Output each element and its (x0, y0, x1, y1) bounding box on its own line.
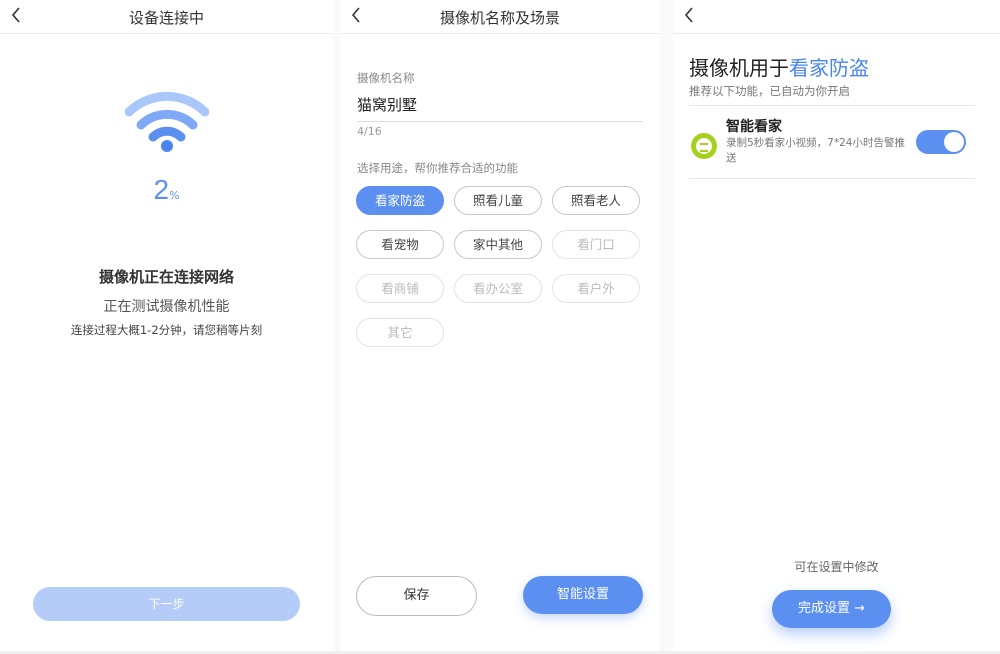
navbar (673, 0, 1000, 34)
usage-tag[interactable]: 照看老人 (552, 186, 640, 215)
status-subheading: 正在测试摄像机性能 (103, 299, 230, 315)
status-heading: 摄像机正在连接网络 (98, 268, 234, 286)
connection-progress: 2% (0, 174, 333, 206)
navbar: 摄像机名称及场景 (340, 0, 660, 34)
page-title: 摄像机名称及场景 (439, 9, 560, 27)
status-hint: 连接过程大概1-2分钟，请您稍等片刻 (70, 323, 263, 337)
smart-guard-icon (691, 133, 717, 159)
feature-description: 录制5秒看家小视频，7*24小时告警推送 (726, 137, 905, 164)
usage-tag[interactable]: 看办公室 (454, 274, 542, 303)
usage-tag[interactable]: 其它 (356, 318, 444, 347)
name-char-counter: 4/16 (357, 125, 382, 138)
usage-tag[interactable]: 看家防盗 (356, 186, 444, 215)
usage-tag[interactable]: 看商铺 (356, 274, 444, 303)
title-prefix: 摄像机用于 (689, 56, 789, 80)
feature-title: 智能看家 (726, 119, 782, 135)
progress-unit: % (169, 189, 180, 202)
page-title: 设备连接中 (128, 9, 204, 27)
screen-device-connecting: 设备连接中 2% 摄像机正在连接网络 正在测试摄像机性能 连接过程大概1-2分钟… (0, 0, 333, 654)
usage-tag[interactable]: 家中其他 (454, 230, 542, 259)
page-title: 摄像机用于看家防盗 (689, 52, 869, 81)
title-highlight: 看家防盗 (789, 56, 869, 80)
usage-tag[interactable]: 照看儿童 (454, 186, 542, 215)
usage-tag[interactable]: 看门口 (552, 230, 640, 259)
usage-tag[interactable]: 看宠物 (356, 230, 444, 259)
back-button[interactable] (683, 5, 703, 27)
navbar: 设备连接中 (0, 0, 333, 34)
progress-value: 2 (153, 174, 170, 205)
divider (689, 105, 975, 106)
next-button[interactable]: 下一步 (33, 587, 300, 621)
page-subtitle: 推荐以下功能，已自动为你开启 (689, 84, 850, 98)
chevron-left-icon (684, 7, 693, 23)
wifi-icon (125, 91, 209, 152)
feature-toggle[interactable] (916, 130, 966, 154)
save-button[interactable]: 保存 (356, 576, 477, 616)
screen-recommended-features: 摄像机用于看家防盗 推荐以下功能，已自动为你开启 智能看家 录制5秒看家小视频，… (673, 0, 1000, 654)
usage-tag[interactable]: 看户外 (552, 274, 640, 303)
camera-name-input[interactable] (357, 94, 643, 122)
smart-settings-button[interactable]: 智能设置 (523, 576, 643, 614)
divider (689, 178, 975, 179)
panel-gap (660, 0, 673, 654)
screen-camera-name: 摄像机名称及场景 摄像机名称 4/16 选择用途，帮你推荐合适的功能 看家防盗 … (340, 0, 660, 654)
toggle-knob (944, 132, 964, 152)
panel-gap (333, 0, 340, 654)
camera-name-label: 摄像机名称 (357, 71, 415, 85)
finish-setup-button[interactable]: 完成设置 → (772, 590, 891, 628)
usage-label: 选择用途，帮你推荐合适的功能 (357, 161, 518, 175)
usage-tag-group: 看家防盗 照看儿童 照看老人 看宠物 家中其他 看门口 看商铺 看办公室 看户外… (356, 186, 646, 347)
modify-hint: 可在设置中修改 (794, 560, 879, 574)
